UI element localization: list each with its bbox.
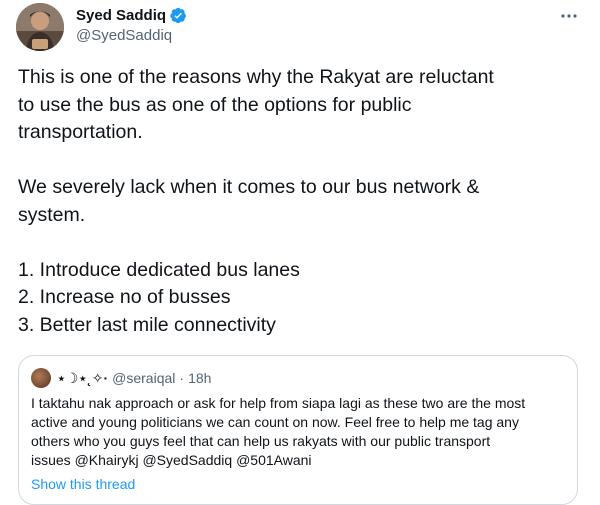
list-item: 2. Increase no of busses bbox=[18, 286, 231, 308]
tweet-text-line: We severely lack when it comes to our bu… bbox=[18, 176, 480, 198]
quoted-display-name[interactable]: ⋆☽⋆˛✧· bbox=[57, 370, 108, 387]
tweet-text-line: transportation. bbox=[18, 121, 143, 143]
author-info: Syed Saddiq @SyedSaddiq bbox=[76, 5, 187, 44]
show-thread-link[interactable]: Show this thread bbox=[31, 476, 135, 492]
tweet-text-line: This is one of the reasons why the Rakya… bbox=[18, 66, 494, 88]
quoted-tweet-header: ⋆☽⋆˛✧· @seraiqal · 18h bbox=[31, 368, 211, 388]
avatar[interactable] bbox=[16, 3, 64, 51]
tweet-text: This is one of the reasons why the Rakya… bbox=[18, 64, 588, 339]
display-name-row: Syed Saddiq bbox=[76, 5, 187, 25]
quoted-timestamp[interactable]: 18h bbox=[188, 370, 211, 386]
quoted-tweet-text: I taktahu nak approach or ask for help f… bbox=[31, 394, 561, 470]
verified-badge-icon bbox=[170, 7, 187, 24]
quoted-avatar[interactable] bbox=[31, 368, 51, 388]
tweet-text-line: to use the bus as one of the options for… bbox=[18, 93, 412, 116]
quoted-text-line: issues @Khairykj @SyedSaddiq @501Awani bbox=[31, 452, 312, 468]
quoted-text-line: others who you guys feel that can help u… bbox=[31, 433, 491, 449]
list-item: 1. Introduce dedicated bus lanes bbox=[18, 258, 300, 281]
quoted-text-line: I taktahu nak approach or ask for help f… bbox=[31, 395, 526, 411]
tweet: Syed Saddiq @SyedSaddiq This is one of t… bbox=[0, 0, 600, 505]
quoted-separator: · bbox=[179, 370, 185, 386]
quoted-handle[interactable]: @seraiqal bbox=[112, 370, 175, 386]
tweet-text-line: system. bbox=[18, 203, 86, 226]
list-item: 3. Better last mile connectivity bbox=[18, 313, 276, 336]
quoted-tweet-card[interactable]: ⋆☽⋆˛✧· @seraiqal · 18h I taktahu nak app… bbox=[18, 355, 578, 505]
more-horizontal-icon[interactable] bbox=[560, 6, 578, 24]
avatar-photo bbox=[16, 3, 64, 51]
display-name[interactable]: Syed Saddiq bbox=[76, 7, 166, 24]
handle[interactable]: @SyedSaddiq bbox=[76, 27, 187, 44]
quoted-text-line: active and young politicians we can coun… bbox=[31, 414, 519, 430]
